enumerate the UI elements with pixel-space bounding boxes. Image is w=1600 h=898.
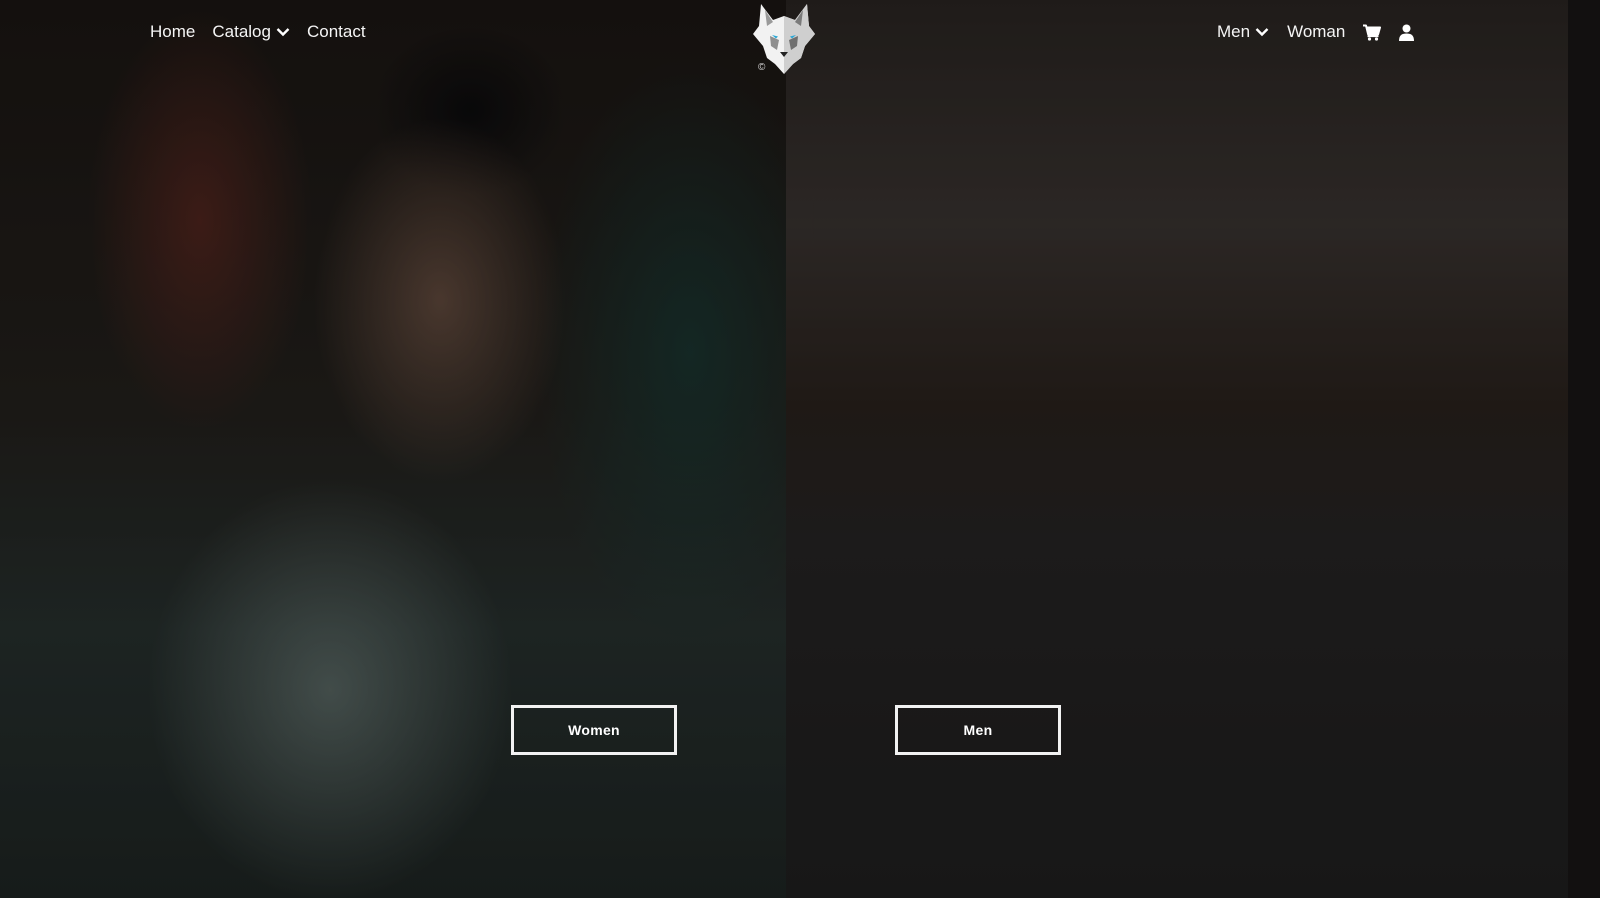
chevron-down-icon [1255,28,1269,37]
nav-catalog-dropdown[interactable]: Catalog [212,22,290,42]
nav-contact-link[interactable]: Contact [307,22,366,42]
nav-men-label: Men [1217,22,1251,41]
copyright-symbol: © [758,62,766,73]
page-edge [1568,0,1600,898]
nav-woman-link[interactable]: Woman [1287,22,1345,42]
account-button[interactable] [1399,24,1415,41]
nav-home-label: Home [150,22,196,41]
cart-icon [1363,24,1382,41]
nav-left-group: Home Catalog Contact [150,22,366,42]
men-hero-panel[interactable] [786,0,1600,898]
nav-contact-label: Contact [306,22,366,41]
women-button[interactable]: Women [511,705,677,755]
men-button[interactable]: Men [895,705,1061,755]
cart-button[interactable] [1363,24,1382,41]
nav-men-dropdown[interactable]: Men [1217,22,1269,42]
user-icon [1399,24,1415,41]
nav-catalog-label: Catalog [212,22,271,41]
nav-home-link[interactable]: Home [150,22,195,42]
chevron-down-icon [276,28,290,37]
women-hero-panel[interactable] [0,0,786,898]
nav-right-group: Men Woman [1217,22,1415,42]
nav-woman-label: Woman [1287,22,1346,41]
hero-split [0,0,1600,898]
